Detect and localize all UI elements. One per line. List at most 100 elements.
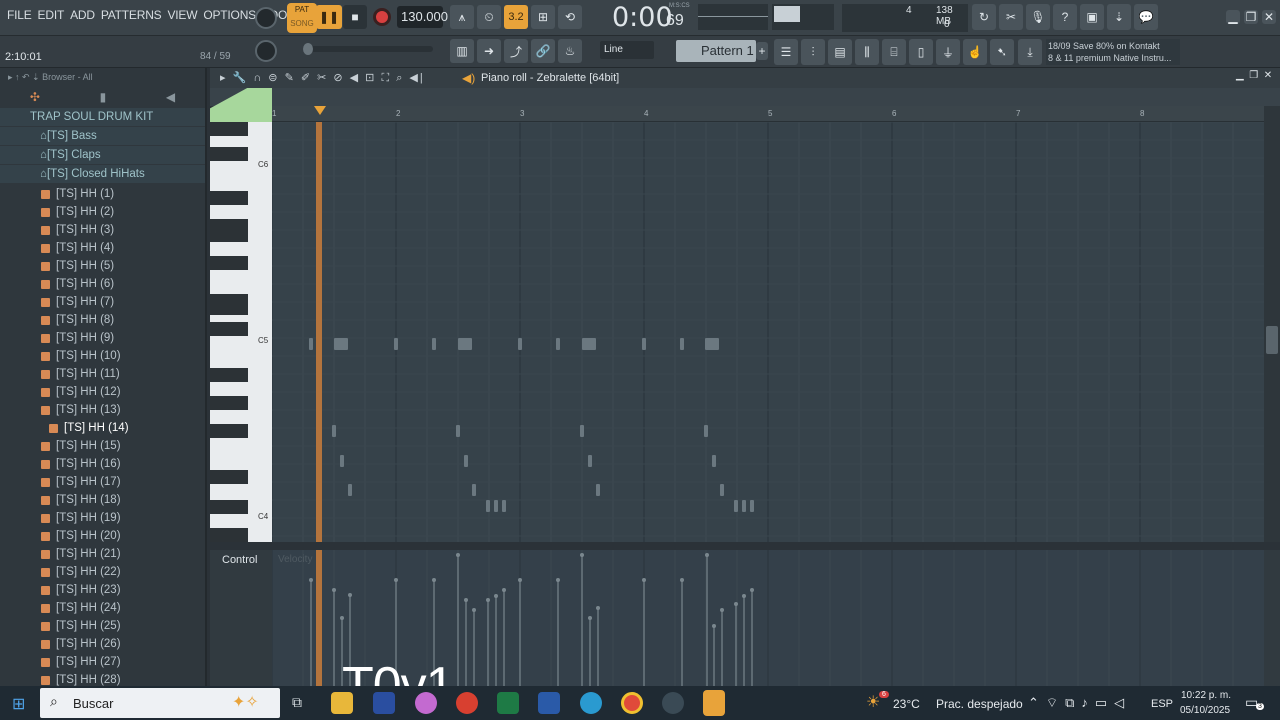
menu-edit[interactable]: EDIT (35, 8, 68, 22)
undo-button[interactable]: ↻ (972, 4, 996, 30)
black-key[interactable] (210, 528, 248, 542)
black-key[interactable] (210, 147, 248, 161)
chat-button[interactable]: 💬 (1134, 4, 1158, 30)
chrome-icon[interactable] (621, 692, 643, 714)
midi-note[interactable] (494, 500, 498, 512)
menu-options[interactable]: OPTIONS (200, 8, 259, 22)
midi-note[interactable] (596, 484, 600, 496)
browser-item[interactable]: [TS] HH (1) (0, 185, 205, 203)
photoshop-icon[interactable] (373, 692, 395, 714)
piano-roll-tools[interactable]: ▸ 🔧 ∩ ⊜ ✎ ✐ ✂ ⊘ ◀ ⊡ ⛶ ⌕ ◀| (220, 71, 425, 85)
velocity-handle[interactable] (580, 553, 584, 557)
menu-add[interactable]: ADD (67, 8, 98, 22)
stamp-button[interactable]: ♨ (558, 39, 582, 63)
help-button[interactable]: ? (1053, 4, 1077, 30)
windows-start-icon[interactable]: ⊞ (12, 694, 25, 714)
midi-note[interactable] (705, 338, 719, 350)
black-key[interactable] (210, 228, 248, 242)
velocity-handle[interactable] (340, 616, 344, 620)
download-button[interactable]: ⤓ (1018, 39, 1042, 65)
velocity-handle[interactable] (596, 606, 600, 610)
midi-note[interactable] (340, 455, 344, 467)
render-button[interactable]: ⇣ (1107, 4, 1131, 30)
bar-ruler[interactable]: 1 2 3 4 5 6 7 8 (272, 106, 1264, 122)
edge-icon[interactable] (580, 692, 602, 714)
velocity-handle[interactable] (348, 593, 352, 597)
midi-note[interactable] (750, 500, 754, 512)
midi-note[interactable] (704, 425, 708, 437)
tempo-display[interactable]: 130.000 (397, 6, 448, 28)
timeline-scroll[interactable] (210, 88, 1280, 106)
midi-note[interactable] (582, 338, 596, 350)
velocity-handle[interactable] (394, 578, 398, 582)
velocity-handle[interactable] (720, 608, 724, 612)
pat-song-toggle[interactable]: PAT SONG (287, 3, 317, 33)
snap-select[interactable]: Line (600, 41, 654, 59)
midi-note[interactable] (712, 455, 716, 467)
midi-note[interactable] (458, 338, 472, 350)
browser-item[interactable]: [TS] HH (26) (0, 635, 205, 653)
browser-item[interactable]: [TS] HH (20) (0, 527, 205, 545)
browser-item[interactable]: [TS] HH (14) (0, 419, 205, 437)
menu-file[interactable]: FILE (4, 8, 35, 22)
velocity-handle[interactable] (734, 602, 738, 606)
velocity-handle[interactable] (556, 578, 560, 582)
browser-item[interactable]: [TS] HH (24) (0, 599, 205, 617)
pattern-selector[interactable]: Pattern 1 (676, 40, 756, 62)
black-key[interactable] (210, 368, 248, 382)
black-key[interactable] (210, 301, 248, 315)
browser-item[interactable]: [TS] HH (21) (0, 545, 205, 563)
system-tray-icons[interactable]: ⌃⌔⧉♪▭◁ (1028, 695, 1131, 711)
black-key[interactable] (210, 256, 248, 270)
time-display[interactable]: 0:00 (612, 2, 673, 33)
restore-icon[interactable]: ❐ (1244, 10, 1258, 24)
black-key[interactable] (210, 322, 248, 336)
velocity-handle[interactable] (680, 578, 684, 582)
language-indicator[interactable]: ESP (1151, 698, 1173, 710)
plugin-button[interactable]: ⏚ (936, 39, 960, 65)
browser-item[interactable]: [TS] HH (5) (0, 257, 205, 275)
browser-item[interactable]: [TS] HH (11) (0, 365, 205, 383)
midi-note[interactable] (464, 455, 468, 467)
piano-roll-button[interactable]: ▥ (450, 39, 474, 63)
velocity-handle[interactable] (750, 588, 754, 592)
black-key[interactable] (210, 191, 248, 205)
browser-folder[interactable]: ⌂ [TS] Bass (0, 127, 205, 145)
browser-toggle-button[interactable]: ⌸ (882, 39, 906, 65)
automation-button[interactable]: ⤴ (504, 39, 528, 63)
tempo-tapper-button[interactable]: ➷ (990, 39, 1014, 65)
menu-patterns[interactable]: PATTERNS (98, 8, 165, 22)
midi-note[interactable] (334, 338, 348, 350)
midi-note[interactable] (734, 500, 738, 512)
stop-button[interactable]: ■ (343, 5, 367, 29)
weather-description[interactable]: Prac. despejado (936, 697, 1023, 711)
velocity-handle[interactable] (456, 553, 460, 557)
clock-time[interactable]: 10:22 p. m. (1181, 690, 1231, 701)
excel-icon[interactable] (497, 692, 519, 714)
browser-item[interactable]: [TS] HH (19) (0, 509, 205, 527)
browser-item[interactable]: [TS] HH (17) (0, 473, 205, 491)
clock-date[interactable]: 05/10/2025 (1180, 705, 1230, 716)
browser-item[interactable]: [TS] HH (6) (0, 275, 205, 293)
search-box[interactable]: ⌕ Buscar ✦✧ (40, 688, 280, 718)
midi-note[interactable] (588, 455, 592, 467)
browser-item[interactable]: [TS] HH (23) (0, 581, 205, 599)
velocity-handle[interactable] (464, 598, 468, 602)
obs-icon[interactable] (662, 692, 684, 714)
velocity-handle[interactable] (518, 578, 522, 582)
playhead-marker[interactable] (314, 106, 326, 115)
velocity-handle[interactable] (432, 578, 436, 582)
browser-item[interactable]: [TS] HH (2) (0, 203, 205, 221)
midi-note[interactable] (348, 484, 352, 496)
browser-item[interactable]: [TS] HH (7) (0, 293, 205, 311)
pause-button[interactable]: ❚❚ (316, 5, 342, 29)
wait-record-button[interactable]: ⏲ (477, 5, 501, 29)
browser-item[interactable]: [TS] HH (3) (0, 221, 205, 239)
news-panel[interactable]: 18/09 Save 80% on Kontakt 8 & 11 premium… (1046, 39, 1180, 65)
record-button[interactable] (373, 8, 391, 26)
midi-note[interactable] (309, 338, 313, 350)
metronome-button[interactable]: ⩚ (450, 5, 474, 29)
browser-folder[interactable]: ⌂ [TS] Claps (0, 146, 205, 164)
browser-item[interactable]: [TS] HH (27) (0, 653, 205, 671)
speaker-icon[interactable]: ◀) (462, 71, 475, 85)
